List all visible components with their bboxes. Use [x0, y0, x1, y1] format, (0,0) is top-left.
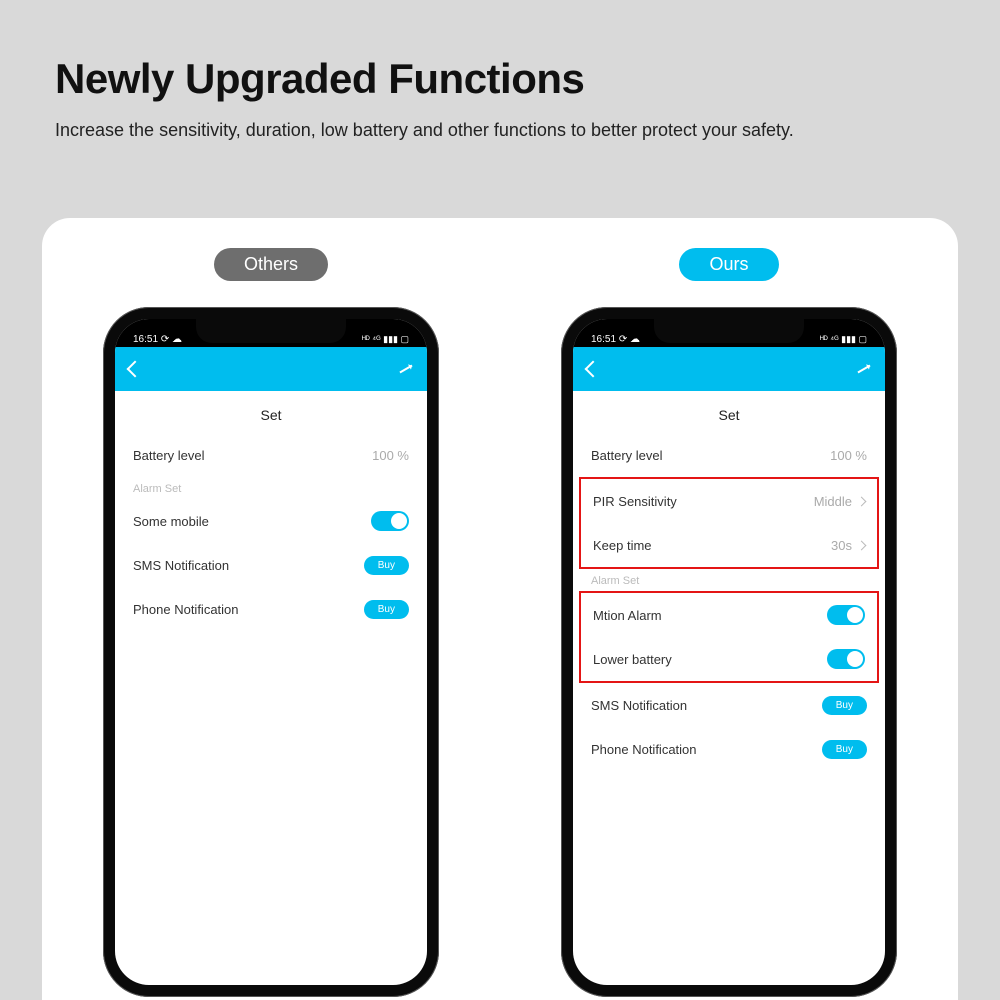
status-time: 16:51 ⟳ ☁ [591, 334, 640, 345]
status-right: ᴴᴰ ⁴ᴳ ▮▮▮ ▢ [362, 334, 409, 345]
row-sms: SMS Notification Buy [115, 543, 427, 587]
badge-others: Others [214, 248, 328, 281]
edit-icon[interactable] [857, 365, 870, 374]
chevron-right-icon [857, 540, 867, 550]
battery-label: Battery level [591, 448, 663, 463]
row-phone-notif: Phone Notification Buy [573, 727, 885, 771]
buy-sms-button[interactable]: Buy [822, 696, 867, 715]
keeptime-value: 30s [831, 538, 865, 553]
lower-battery-label: Lower battery [593, 652, 672, 667]
col-others: Others 16:51 ⟳ ☁ ᴴᴰ ⁴ᴳ ▮▮▮ ▢ Set Battery… [81, 248, 461, 1000]
battery-value: 100 % [830, 448, 867, 463]
battery-label: Battery level [133, 448, 205, 463]
sms-label: SMS Notification [591, 698, 687, 713]
page-subtitle: Increase the sensitivity, duration, low … [55, 117, 855, 144]
row-sms: SMS Notification Buy [573, 683, 885, 727]
sms-label: SMS Notification [133, 558, 229, 573]
page-title: Newly Upgraded Functions [55, 55, 945, 103]
phone-notif-label: Phone Notification [591, 742, 697, 757]
phone-notif-label: Phone Notification [133, 602, 239, 617]
screen-title: Set [115, 391, 427, 433]
phone-ours: 16:51 ⟳ ☁ ᴴᴰ ⁴ᴳ ▮▮▮ ▢ Set Battery level … [561, 307, 897, 997]
pir-label: PIR Sensitivity [593, 494, 677, 509]
col-ours: Ours 16:51 ⟳ ☁ ᴴᴰ ⁴ᴳ ▮▮▮ ▢ Set Battery l… [539, 248, 919, 1000]
phone-notch [196, 319, 346, 343]
phone-others: 16:51 ⟳ ☁ ᴴᴰ ⁴ᴳ ▮▮▮ ▢ Set Battery level … [103, 307, 439, 997]
row-battery: Battery level 100 % [115, 433, 427, 477]
motion-alarm-label: Mtion Alarm [593, 608, 662, 623]
some-mobile-label: Some mobile [133, 514, 209, 529]
app-bar [115, 347, 427, 391]
row-lower-battery: Lower battery [581, 637, 877, 681]
back-icon[interactable] [127, 361, 144, 378]
keeptime-label: Keep time [593, 538, 652, 553]
highlight-box-sensitivity: PIR Sensitivity Middle Keep time 30s [579, 477, 879, 569]
comparison-card: Others 16:51 ⟳ ☁ ᴴᴰ ⁴ᴳ ▮▮▮ ▢ Set Battery… [42, 218, 958, 1000]
row-phone-notif: Phone Notification Buy [115, 587, 427, 631]
row-some-mobile: Some mobile [115, 499, 427, 543]
badge-ours: Ours [679, 248, 778, 281]
status-right: ᴴᴰ ⁴ᴳ ▮▮▮ ▢ [820, 334, 867, 345]
back-icon[interactable] [585, 361, 602, 378]
screen-title: Set [573, 391, 885, 433]
toggle-motion-alarm[interactable] [827, 605, 865, 625]
row-keeptime[interactable]: Keep time 30s [581, 523, 877, 567]
phone-notch [654, 319, 804, 343]
app-bar [573, 347, 885, 391]
section-alarm-set: Alarm Set [115, 477, 427, 499]
chevron-right-icon [857, 496, 867, 506]
toggle-lower-battery[interactable] [827, 649, 865, 669]
pir-value: Middle [814, 494, 865, 509]
edit-icon[interactable] [399, 365, 412, 374]
buy-phone-button[interactable]: Buy [364, 600, 409, 619]
buy-phone-button[interactable]: Buy [822, 740, 867, 759]
toggle-some-mobile[interactable] [371, 511, 409, 531]
highlight-box-alarms: Mtion Alarm Lower battery [579, 591, 879, 683]
buy-sms-button[interactable]: Buy [364, 556, 409, 575]
row-battery: Battery level 100 % [573, 433, 885, 477]
row-motion-alarm: Mtion Alarm [581, 593, 877, 637]
section-alarm-set: Alarm Set [573, 569, 885, 591]
row-pir[interactable]: PIR Sensitivity Middle [581, 479, 877, 523]
battery-value: 100 % [372, 448, 409, 463]
status-time: 16:51 ⟳ ☁ [133, 334, 182, 345]
